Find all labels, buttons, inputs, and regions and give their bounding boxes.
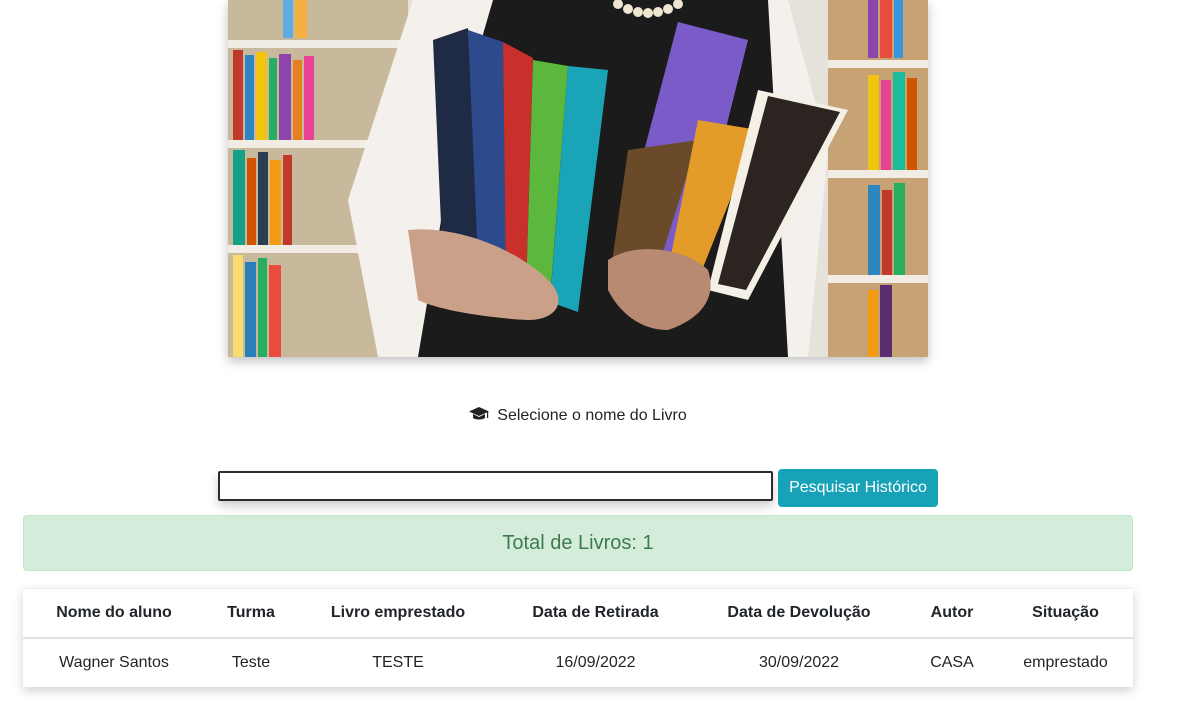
select-book-prompt: Selecione o nome do Livro (0, 406, 1156, 425)
book-search-input[interactable] (218, 471, 773, 501)
cell-class: Teste (231, 653, 271, 671)
cell-borrowed-book: TESTE (372, 653, 424, 671)
cell-status: emprestado (1023, 653, 1108, 671)
loans-table: Nome do aluno Turma Livro emprestado Dat… (23, 588, 1133, 687)
header-student-name: Nome do aluno (23, 588, 205, 639)
graduation-cap-icon (469, 407, 490, 420)
table-body: Wagner Santos Teste TESTE 16/09/2022 30/… (23, 638, 1133, 687)
header-class: Turma (205, 588, 297, 639)
cell-checkout-date: 16/09/2022 (555, 653, 636, 671)
cell-student-name: Wagner Santos (59, 653, 169, 671)
total-books-text: Total de Livros: 1 (502, 531, 654, 554)
cell-author: CASA (930, 653, 974, 671)
prompt-text: Selecione o nome do Livro (497, 407, 687, 424)
loans-table-container: Nome do aluno Turma Livro emprestado Dat… (23, 588, 1133, 687)
header-return-date: Data de Devolução (692, 588, 906, 639)
photo-illustration (228, 0, 928, 357)
header-borrowed-book: Livro emprestado (297, 588, 499, 639)
cell-return-date: 30/09/2022 (758, 653, 840, 671)
header-checkout-date: Data de Retirada (499, 588, 692, 639)
table-header: Nome do aluno Turma Livro emprestado Dat… (23, 588, 1133, 639)
search-history-button[interactable]: Pesquisar Histórico (778, 469, 938, 507)
table-row: Wagner Santos Teste TESTE 16/09/2022 30/… (23, 638, 1133, 687)
header-row: Nome do aluno Turma Livro emprestado Dat… (23, 588, 1133, 639)
total-books-banner: Total de Livros: 1 (23, 515, 1133, 571)
header-status: Situação (998, 588, 1133, 639)
header-author: Autor (906, 588, 998, 639)
library-books-photo (228, 0, 928, 357)
